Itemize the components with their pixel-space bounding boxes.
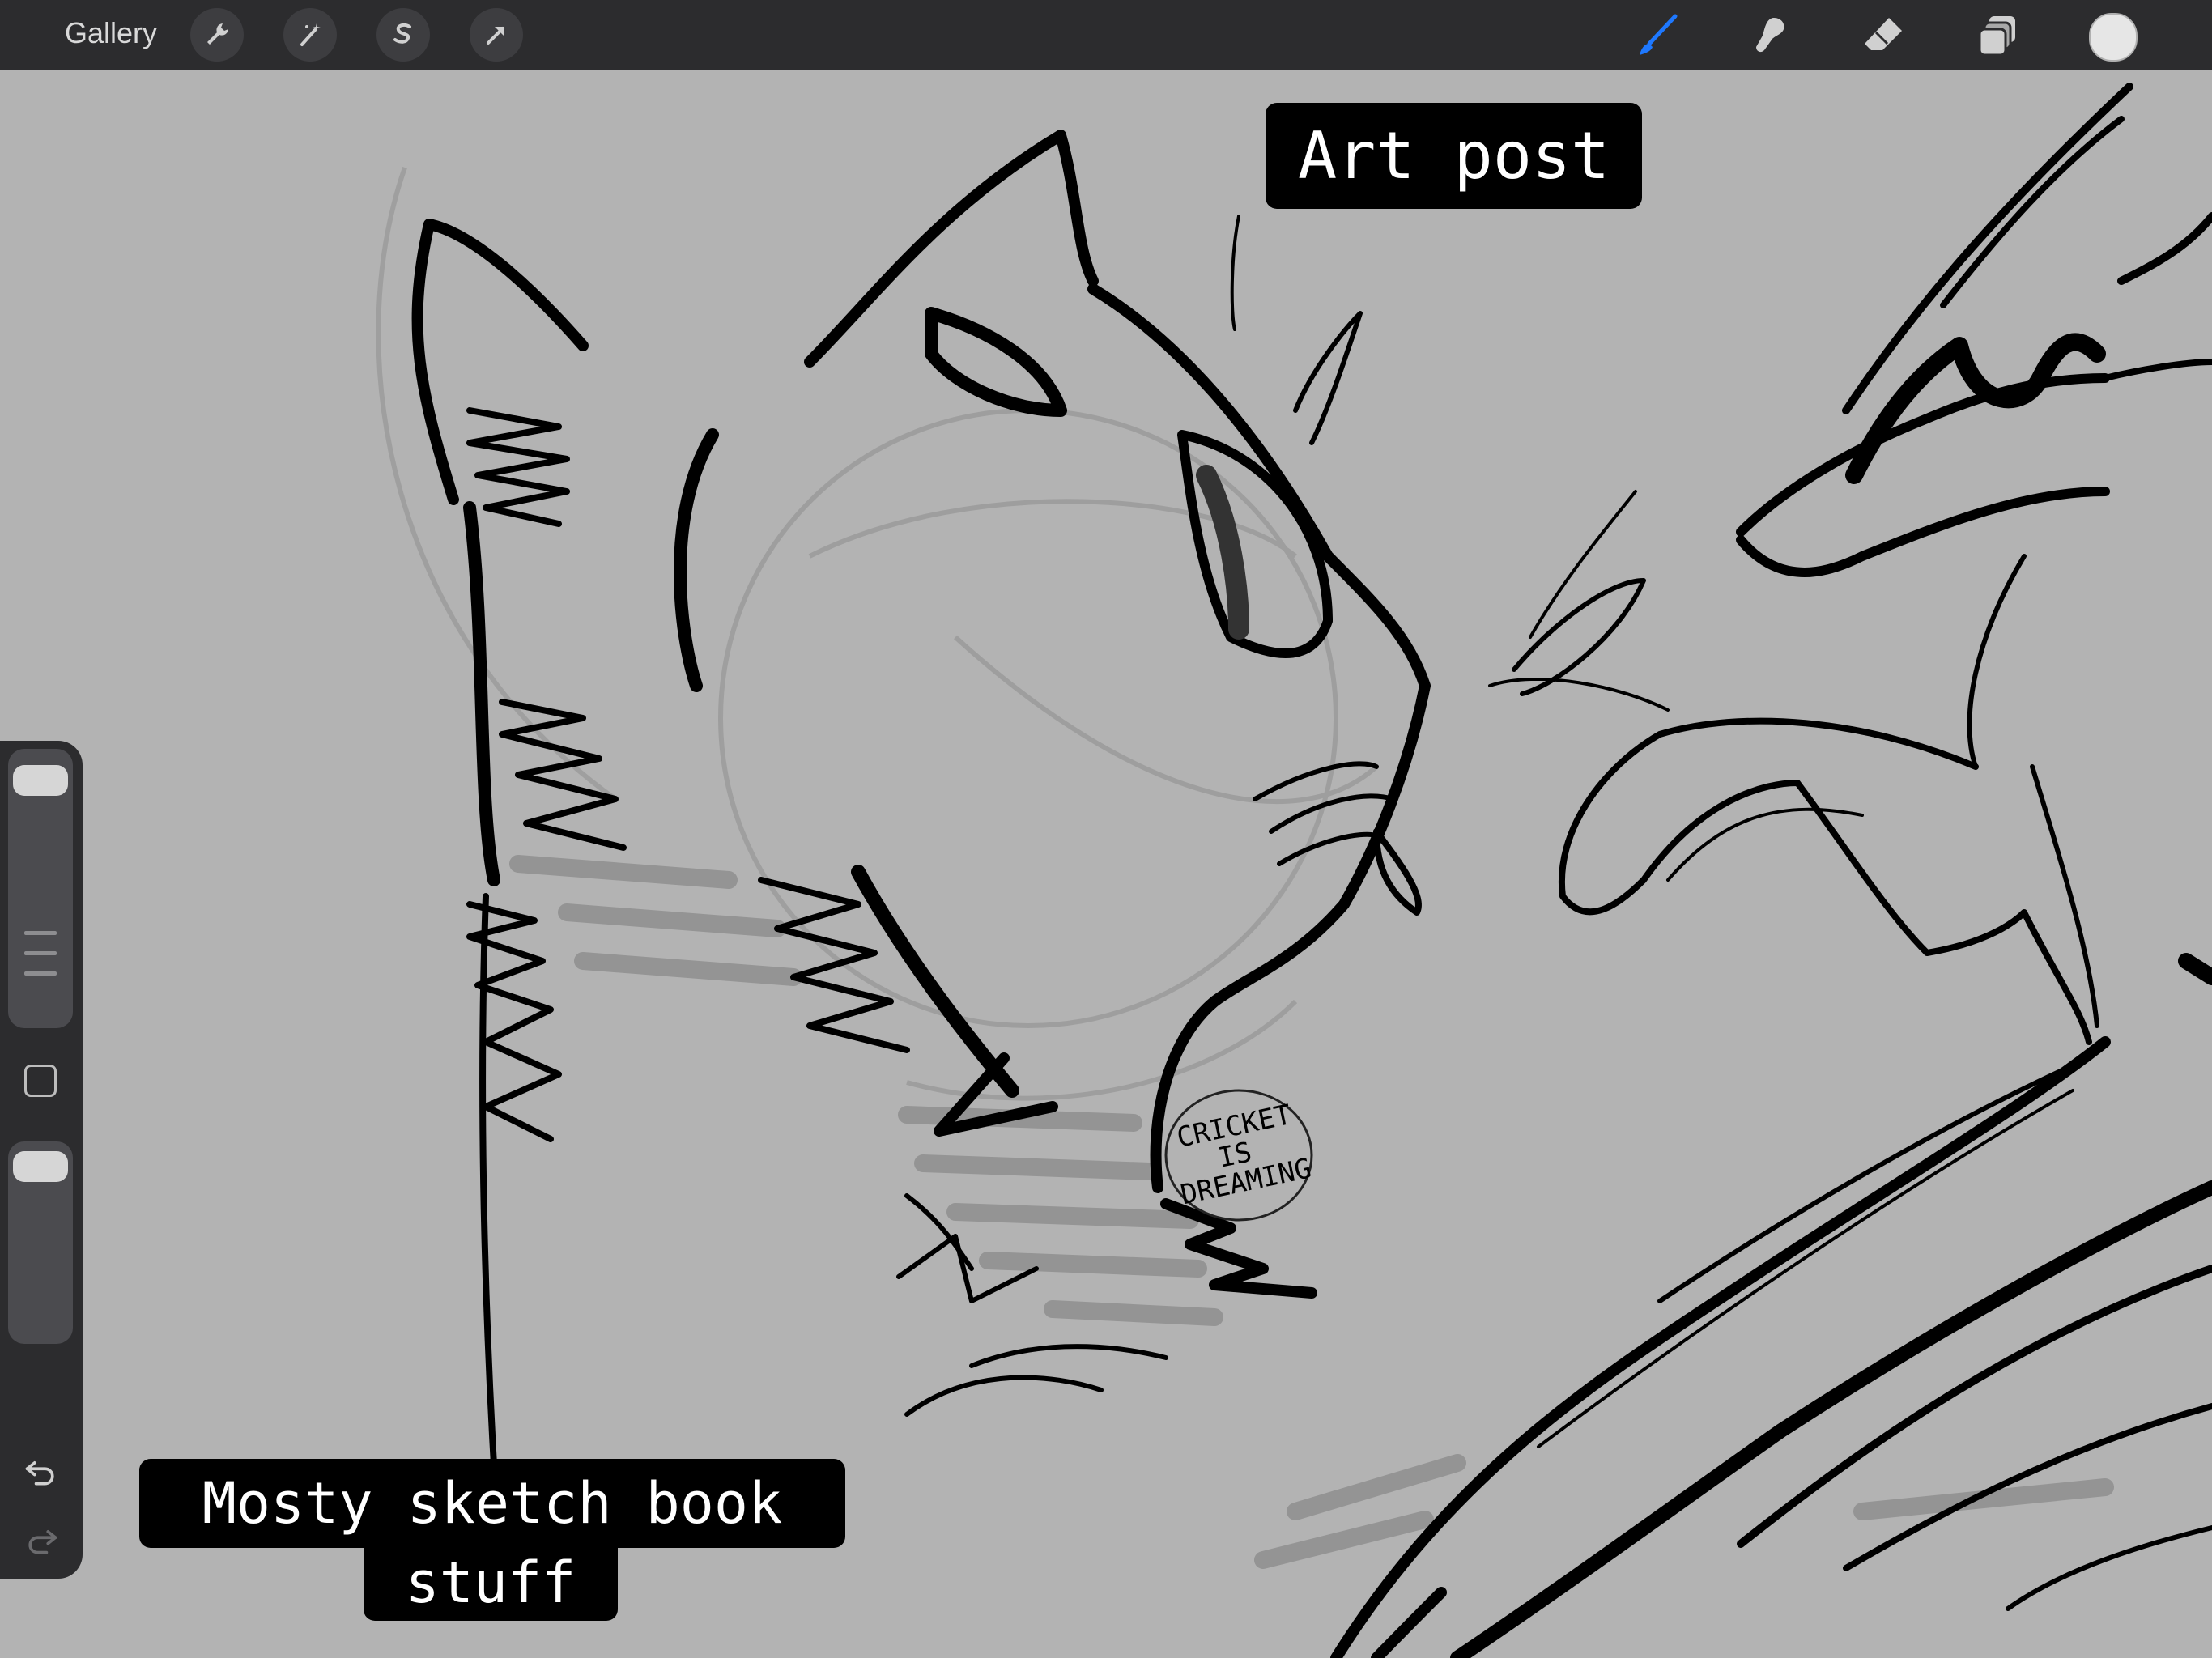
layers-icon[interactable] — [1972, 10, 2023, 62]
caption-line-1: Mosty sketch book — [139, 1459, 845, 1548]
slider-tick — [24, 951, 57, 955]
bottom-caption: Mosty sketch book stuff — [139, 1459, 845, 1621]
drawing-canvas[interactable]: CRICKET IS DREAMING — [0, 70, 2212, 1658]
gallery-button[interactable]: Gallery — [65, 16, 157, 50]
sketch-artwork: CRICKET IS DREAMING — [376, 83, 2212, 1658]
top-toolbar: Gallery — [0, 0, 2212, 70]
caption-line-2: stuff — [364, 1544, 618, 1621]
smudge-icon[interactable] — [1745, 10, 1797, 62]
slider-tick — [24, 971, 57, 976]
redo-icon[interactable] — [19, 1518, 63, 1562]
selection-s-icon[interactable] — [376, 8, 430, 62]
left-sidebar — [0, 741, 83, 1579]
undo-icon[interactable] — [19, 1449, 63, 1493]
modify-square-icon[interactable] — [24, 1065, 57, 1097]
opacity-handle[interactable] — [13, 1151, 68, 1182]
wrench-icon[interactable] — [190, 8, 244, 62]
transform-arrow-icon[interactable] — [470, 8, 523, 62]
slider-tick — [24, 931, 57, 935]
opacity-slider[interactable] — [8, 1141, 73, 1344]
eraser-icon[interactable] — [1858, 10, 1910, 62]
color-picker-button[interactable] — [2089, 13, 2138, 62]
magic-wand-icon[interactable] — [283, 8, 337, 62]
brush-size-handle[interactable] — [13, 765, 68, 796]
brush-size-slider[interactable] — [8, 749, 73, 1028]
brush-icon[interactable] — [1631, 10, 1683, 62]
title-caption: Art post — [1266, 103, 1643, 209]
